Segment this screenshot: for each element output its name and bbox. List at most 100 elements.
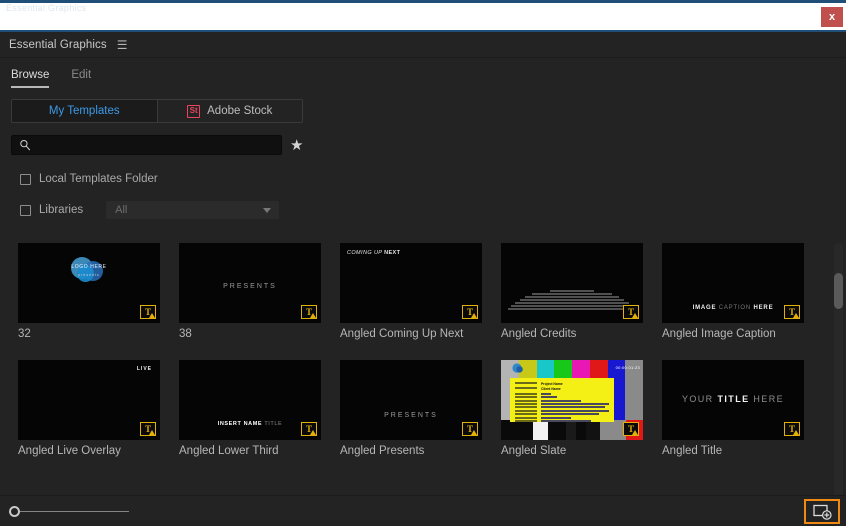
- template-grid-scroll-area[interactable]: LOGO HERE presents T 32 PRESENTS T 38 CO…: [0, 243, 846, 493]
- template-label: Angled Presents: [340, 445, 425, 457]
- template-card[interactable]: INSERT NAME TITLE T Angled Lower Third: [179, 360, 321, 457]
- template-thumbnail[interactable]: PRESENTS T: [340, 360, 482, 440]
- essential-graphics-panel: Essential Graphics ☰ Browse Edit My Temp…: [0, 32, 846, 526]
- chevron-down-icon: [263, 208, 272, 213]
- filter-local-templates[interactable]: Local Templates Folder: [20, 168, 846, 190]
- image-caption-art-a: IMAGE: [692, 305, 719, 311]
- template-card[interactable]: 00:00:01:23 Project Name Client Name T A…: [501, 360, 643, 457]
- vertical-scrollbar[interactable]: [834, 243, 843, 526]
- text-warning-badge: T: [140, 422, 156, 436]
- template-label: 32: [18, 328, 31, 340]
- title-art-text: YOUR TITLE HERE: [662, 394, 804, 404]
- text-warning-badge: T: [301, 422, 317, 436]
- libraries-checkbox[interactable]: [20, 204, 31, 216]
- warning-triangle-icon: [149, 430, 155, 435]
- title-art-b: TITLE: [717, 394, 750, 404]
- thumbnail-size-slider[interactable]: [9, 506, 129, 518]
- title-art-c: HERE: [749, 394, 785, 404]
- template-card[interactable]: YOUR TITLE HERE T Angled Title: [662, 360, 804, 457]
- text-warning-badge: T: [462, 305, 478, 319]
- warning-triangle-icon: [471, 430, 477, 435]
- image-caption-art-text: IMAGE CAPTION HERE: [662, 305, 804, 311]
- warning-triangle-icon: [632, 313, 638, 318]
- template-label: Angled Lower Third: [179, 445, 279, 457]
- text-warning-badge: T: [623, 422, 639, 436]
- slate-client-label: Client Name: [541, 387, 561, 392]
- lower-third-art-text: INSERT NAME TITLE: [179, 421, 321, 427]
- search-input[interactable]: [12, 136, 281, 154]
- panel-header: Essential Graphics ☰: [0, 32, 846, 58]
- warning-triangle-icon: [310, 313, 316, 318]
- template-card[interactable]: T Angled Credits: [501, 243, 643, 340]
- filter-libraries[interactable]: Libraries All: [20, 199, 846, 221]
- template-grid: LOGO HERE presents T 32 PRESENTS T 38 CO…: [0, 243, 846, 457]
- color-bars-bottom-art: [501, 420, 643, 440]
- template-label: Angled Live Overlay: [18, 445, 121, 457]
- favorites-star-icon[interactable]: ★: [290, 138, 303, 153]
- search-icon: [20, 139, 31, 151]
- slider-track: [15, 511, 129, 512]
- template-thumbnail[interactable]: LIVE T: [18, 360, 160, 440]
- source-toggle: My Templates St Adobe Stock: [11, 99, 303, 123]
- source-toggle-row: My Templates St Adobe Stock: [0, 88, 846, 123]
- tab-edit[interactable]: Edit: [71, 69, 91, 88]
- scrollbar-thumb[interactable]: [834, 273, 843, 309]
- host-window-titlebar: Essential Graphics x: [0, 0, 846, 32]
- logo-art-text: LOGO HERE: [71, 264, 107, 270]
- template-thumbnail[interactable]: T: [501, 243, 643, 323]
- new-item-button[interactable]: [804, 499, 840, 524]
- template-card[interactable]: COMING UP NEXT T Angled Coming Up Next: [340, 243, 482, 340]
- libraries-label: Libraries: [39, 204, 84, 216]
- template-card[interactable]: PRESENTS T 38: [179, 243, 321, 340]
- template-card[interactable]: LIVE T Angled Live Overlay: [18, 360, 160, 457]
- template-label: Angled Credits: [501, 328, 577, 340]
- slate-timecode: 00:00:01:23: [615, 365, 640, 370]
- panel-bottom-bar: [0, 495, 846, 526]
- my-templates-button[interactable]: My Templates: [12, 100, 157, 122]
- text-warning-badge: T: [301, 305, 317, 319]
- search-box[interactable]: [11, 135, 282, 155]
- template-card[interactable]: IMAGE CAPTION HERE T Angled Image Captio…: [662, 243, 804, 340]
- filters: Local Templates Folder Libraries All: [0, 155, 846, 221]
- template-thumbnail[interactable]: PRESENTS T: [179, 243, 321, 323]
- title-art-a: YOUR: [681, 394, 718, 404]
- hamburger-menu-icon[interactable]: ☰: [117, 39, 128, 51]
- libraries-dropdown[interactable]: All: [106, 201, 280, 219]
- my-templates-label: My Templates: [48, 105, 120, 117]
- template-label: Angled Slate: [501, 445, 567, 457]
- warning-triangle-icon: [471, 313, 477, 318]
- image-caption-art-c: HERE: [753, 305, 774, 311]
- slate-info-card: Project Name Client Name: [510, 378, 614, 422]
- template-thumbnail[interactable]: YOUR TITLE HERE T: [662, 360, 804, 440]
- template-label: Angled Image Caption: [662, 328, 776, 340]
- text-warning-badge: T: [140, 305, 156, 319]
- adobe-stock-button[interactable]: St Adobe Stock: [156, 100, 302, 122]
- slate-logo-icon: [512, 363, 523, 373]
- host-window-title: Essential Graphics: [6, 3, 87, 13]
- warning-triangle-icon: [149, 313, 155, 318]
- template-thumbnail[interactable]: COMING UP NEXT T: [340, 243, 482, 323]
- warning-triangle-icon: [632, 430, 638, 435]
- tab-browse[interactable]: Browse: [11, 69, 50, 88]
- template-thumbnail[interactable]: INSERT NAME TITLE T: [179, 360, 321, 440]
- template-thumbnail[interactable]: LOGO HERE presents T: [18, 243, 160, 323]
- template-label: Angled Coming Up Next: [340, 328, 464, 340]
- template-thumbnail[interactable]: 00:00:01:23 Project Name Client Name T: [501, 360, 643, 440]
- local-templates-checkbox[interactable]: [20, 173, 31, 185]
- close-button[interactable]: x: [821, 7, 843, 27]
- presents-art-text: PRESENTS: [223, 283, 277, 290]
- template-card[interactable]: LOGO HERE presents T 32: [18, 243, 160, 340]
- text-warning-badge: T: [462, 422, 478, 436]
- image-caption-art-b: CAPTION: [718, 305, 754, 311]
- coming-up-art-text-b: NEXT: [384, 250, 401, 256]
- coming-up-art-text: COMING UP NEXT: [347, 250, 400, 256]
- adobe-stock-icon: St: [187, 104, 201, 118]
- template-thumbnail[interactable]: IMAGE CAPTION HERE T: [662, 243, 804, 323]
- lower-third-art-a: INSERT NAME: [217, 421, 265, 427]
- adobe-stock-label: Adobe Stock: [207, 105, 273, 117]
- live-art-text: LIVE: [136, 366, 152, 372]
- template-card[interactable]: PRESENTS T Angled Presents: [340, 360, 482, 457]
- lower-third-art-b: TITLE: [264, 421, 283, 427]
- panel-tabs: Browse Edit: [0, 58, 846, 88]
- slider-knob[interactable]: [9, 506, 20, 517]
